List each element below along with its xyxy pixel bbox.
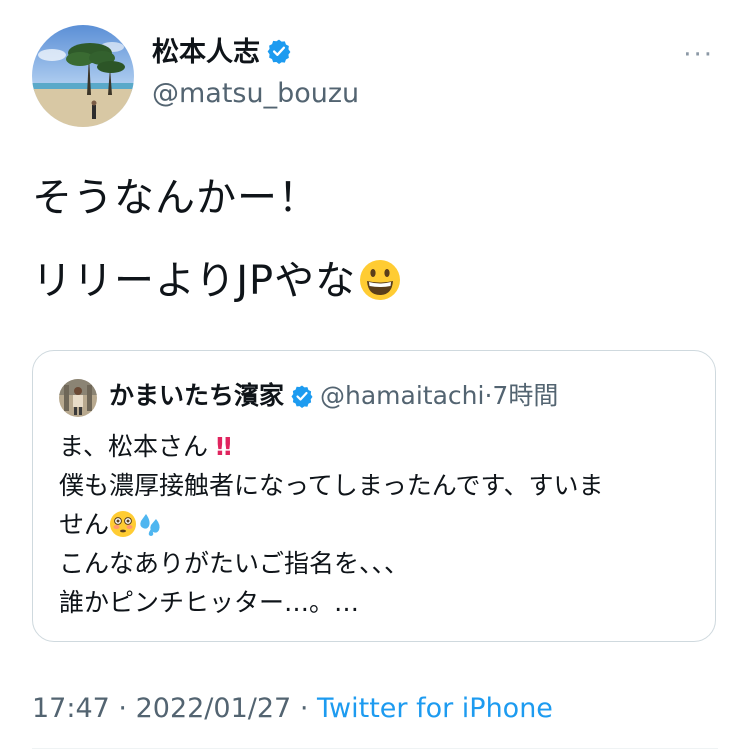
author-avatar[interactable]	[32, 25, 134, 127]
quoted-tweet-header: かまいたち濱家 @hamaitachi·7時間	[109, 383, 558, 412]
quoted-author-handle[interactable]: @hamaitachi	[320, 381, 484, 410]
quoted-author-name[interactable]: かまいたち濱家	[109, 381, 284, 410]
quoted-tweet-card[interactable]: かまいたち濱家 @hamaitachi·7時間 ま、松本さん ‼ 僕も濃厚接触者に…	[32, 350, 716, 642]
quoted-tweet-time[interactable]: 7時間	[492, 381, 558, 410]
author-name-text[interactable]: 松本人志	[152, 37, 260, 68]
tweet-source-link[interactable]: Twitter for iPhone	[317, 693, 553, 724]
separator-dot: ·	[118, 693, 127, 724]
author-handle[interactable]: @matsu_bouzu	[152, 80, 359, 107]
separator-dot: ·	[299, 693, 309, 724]
tweet-time[interactable]: 17:47	[32, 693, 110, 724]
tweet-date[interactable]: 2022/01/27	[136, 693, 292, 724]
grinning-face-emoji-icon	[358, 258, 402, 309]
double-exclamation-emoji-icon: ‼	[215, 432, 232, 461]
quoted-tweet-body: ま、松本さん ‼ 僕も濃厚接触者になってしまったんです、すいま せん こんなあり…	[59, 427, 689, 622]
quoted-text: ま、松本さん	[59, 432, 209, 461]
tweet-text-line: そうなんかー！	[32, 175, 319, 221]
quoted-text-line: せん	[59, 505, 689, 544]
quoted-text-line: こんなありがたいご指名を、、、	[59, 549, 410, 578]
divider	[32, 748, 718, 749]
more-options-icon[interactable]: ···	[683, 42, 714, 68]
tweet-text: リリーよりJPやな	[32, 258, 357, 304]
author-name[interactable]: 松本人志	[152, 38, 292, 69]
quoted-text: せん	[59, 510, 110, 539]
quoted-author-avatar[interactable]	[59, 379, 97, 417]
verified-badge-icon	[290, 384, 314, 412]
quoted-text-line: 誰かピンチヒッター…。…	[59, 588, 360, 617]
tweet-meta: 17:47 · 2022/01/27 · Twitter for iPhone	[32, 695, 553, 722]
tweet-text-line: リリーよりJPやな	[32, 258, 402, 309]
quoted-text-line: 僕も濃厚接触者になってしまったんです、すいま	[59, 471, 604, 500]
verified-badge-icon	[266, 38, 292, 69]
quoted-text-line: ま、松本さん ‼	[59, 427, 689, 466]
